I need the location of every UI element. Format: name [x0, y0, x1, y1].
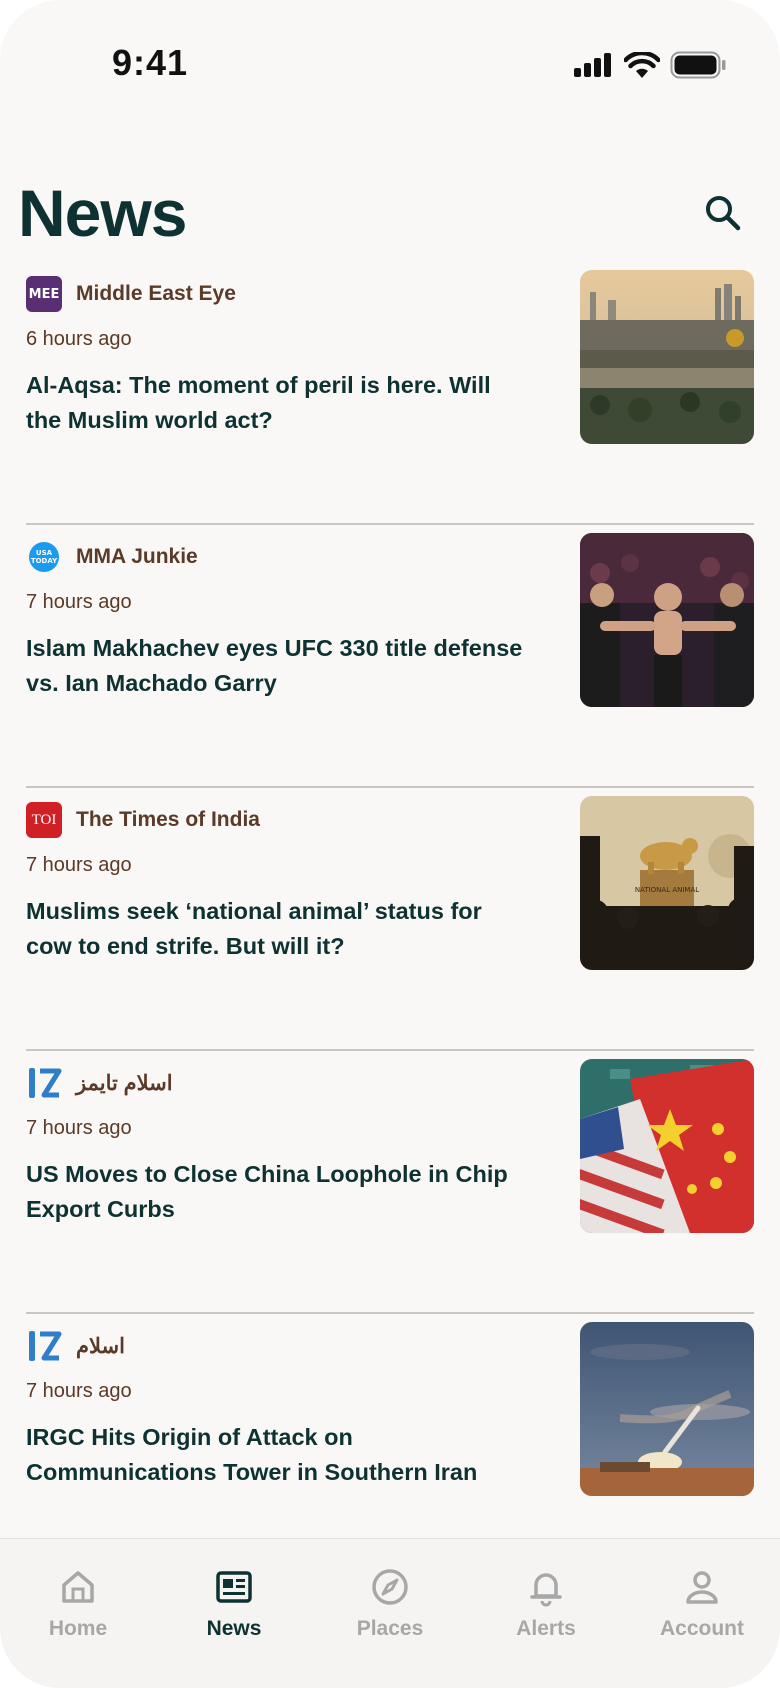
source-row: USA TODAY MMA Junkie	[26, 539, 198, 575]
tab-home[interactable]: Home	[0, 1539, 156, 1688]
tab-label: Account	[660, 1617, 744, 1640]
statue-plaque-text: NATIONAL ANIMAL	[635, 886, 699, 894]
times-of-india-logo: TOI	[26, 802, 62, 838]
source-row: اسلام تایمز	[26, 1065, 173, 1101]
article-headline[interactable]: Islam Makhachev eyes UFC 330 title defen…	[26, 631, 526, 701]
status-icons	[574, 48, 726, 82]
article-time: 7 hours ago	[26, 854, 132, 876]
islam-times-logo-mark	[29, 1068, 62, 1098]
page-title: News	[18, 176, 187, 250]
article-thumbnail-flags[interactable]	[580, 1059, 754, 1233]
article-headline[interactable]: US Moves to Close China Loophole in Chip…	[26, 1157, 526, 1227]
source-name: اسلام تایمز	[76, 1071, 173, 1095]
news-list: MEE Middle East Eye 6 hours ago Al-Aqsa:…	[0, 262, 780, 1577]
person-icon	[686, 1571, 718, 1604]
news-item[interactable]: TOI The Times of India 7 hours ago Musli…	[0, 788, 780, 1051]
compass-icon	[372, 1569, 408, 1605]
source-row: اسلام	[26, 1328, 125, 1364]
wifi-icon	[624, 52, 660, 78]
article-headline[interactable]: Muslims seek ‘national animal’ status fo…	[26, 894, 526, 964]
tab-label: News	[206, 1617, 262, 1640]
tab-account[interactable]: Account	[624, 1539, 780, 1688]
newspaper-icon	[216, 1571, 252, 1603]
article-thumbnail-missile[interactable]	[580, 1322, 754, 1496]
tab-label: Places	[356, 1617, 424, 1640]
article-thumbnail-cow-statue[interactable]: NATIONAL ANIMAL	[580, 796, 754, 970]
source-name: MMA Junkie	[76, 545, 198, 568]
source-name: اسلام	[76, 1334, 125, 1358]
home-icon	[62, 1571, 94, 1603]
cellular-signal-icon	[574, 53, 611, 77]
source-row: MEE Middle East Eye	[26, 276, 236, 312]
phone-screen: 9:41 News MEE Middle East Eye 6 hours ag…	[0, 0, 780, 1688]
search-icon	[706, 196, 741, 231]
bell-icon	[530, 1573, 562, 1607]
islam-times-logo	[26, 1328, 62, 1364]
islam-times-logo	[26, 1065, 62, 1101]
tab-news[interactable]: News	[156, 1539, 312, 1688]
tab-alerts[interactable]: Alerts	[468, 1539, 624, 1688]
news-item[interactable]: MEE Middle East Eye 6 hours ago Al-Aqsa:…	[0, 262, 780, 525]
news-item[interactable]: اسلام تایمز 7 hours ago US Moves to Clos…	[0, 1051, 780, 1314]
source-row: TOI The Times of India	[26, 802, 260, 838]
tab-label: Home	[48, 1617, 108, 1640]
article-time: 7 hours ago	[26, 1380, 132, 1402]
article-time: 7 hours ago	[26, 591, 132, 613]
middle-east-eye-logo: MEE	[26, 276, 62, 312]
usa-today-logo: USA TODAY	[29, 542, 59, 572]
article-time: 7 hours ago	[26, 1117, 132, 1139]
battery-icon	[670, 51, 726, 79]
news-item[interactable]: USA TODAY MMA Junkie 7 hours ago Islam M…	[0, 525, 780, 788]
source-name: The Times of India	[76, 808, 260, 831]
article-headline[interactable]: Al-Aqsa: The moment of peril is here. Wi…	[26, 368, 526, 438]
status-bar: 9:41	[0, 0, 780, 120]
status-time: 9:41	[112, 42, 189, 83]
source-name: Middle East Eye	[76, 282, 236, 305]
article-headline[interactable]: IRGC Hits Origin of Attack on Communicat…	[26, 1420, 526, 1490]
tab-label: Alerts	[516, 1617, 576, 1640]
search-button[interactable]	[702, 192, 746, 236]
islam-times-logo-mark	[29, 1331, 62, 1361]
article-time: 6 hours ago	[26, 328, 132, 350]
tab-bar: Home News Places Alerts Account	[0, 1538, 780, 1688]
tab-places[interactable]: Places	[312, 1539, 468, 1688]
article-thumbnail-jerusalem[interactable]	[580, 270, 754, 444]
article-thumbnail-fighter[interactable]	[580, 533, 754, 707]
